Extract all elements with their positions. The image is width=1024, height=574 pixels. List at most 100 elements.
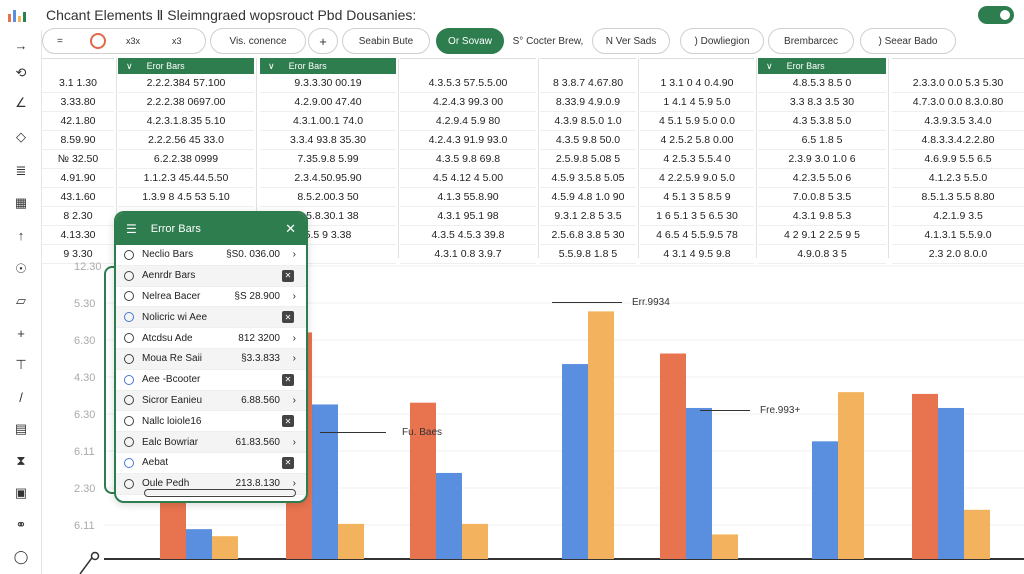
pin-icon[interactable]: ☉ <box>9 258 33 280</box>
seabin-bute-button[interactable]: Seabin Bute <box>342 28 430 54</box>
plus-icon[interactable]: + <box>9 322 33 344</box>
seear-bado-button[interactable]: ) Seear Bado <box>860 28 956 54</box>
slash-icon[interactable]: / <box>9 386 33 408</box>
table-cell[interactable]: 2.3.4.50.95.90 <box>260 169 396 188</box>
bar[interactable] <box>588 311 614 559</box>
radio-button[interactable] <box>124 291 134 302</box>
table-cell[interactable]: 4.8.5.3 8.5 0 <box>758 74 886 93</box>
bar[interactable] <box>562 364 588 559</box>
table-cell[interactable]: 4.5 4.12 4 5.00 <box>400 169 536 188</box>
table-cell[interactable]: 3.33.80 <box>42 93 114 112</box>
panel-row[interactable]: Atcdsu Ade 812 3200 › <box>116 328 306 349</box>
table-cell[interactable]: 43.1.60 <box>42 188 114 207</box>
chevron-right-icon[interactable]: › <box>293 291 296 302</box>
lasso-icon[interactable]: ⟲ <box>9 62 33 84</box>
table-cell[interactable]: 4.3.1.00.1 74.0 <box>260 112 396 131</box>
vis-conence-button[interactable]: Vis. conence <box>210 28 306 54</box>
line-tool-icon[interactable]: ∠ <box>9 92 33 114</box>
table-cell[interactable]: 7.35.9.8 5.99 <box>260 150 396 169</box>
panel-row[interactable]: Aenrdr Bars ✕ <box>116 265 306 287</box>
chevron-down-icon[interactable]: ∨ <box>766 61 773 72</box>
table-cell[interactable]: 2.2.2.56 45 33.0 <box>118 131 254 150</box>
tag-icon[interactable]: ▱ <box>9 290 33 312</box>
table-cell[interactable]: 4.2.9.00 47.40 <box>260 93 396 112</box>
panel-row[interactable]: Sicror Eanieu 6.88.560 › <box>116 390 306 412</box>
menu-icon[interactable]: ☰ <box>126 222 137 236</box>
table-cell[interactable]: 3.3 8.3 3.5 30 <box>758 93 886 112</box>
axis-handle-knob[interactable] <box>90 551 100 561</box>
table-cell[interactable]: 3.3.4 93.8 35.30 <box>260 131 396 150</box>
table-cell[interactable]: 8 2.30 <box>42 207 114 226</box>
table-cell[interactable]: 4.6.9.9 5.5 6.5 <box>892 150 1024 169</box>
table-cell[interactable]: 4.3.5 4.5.3 39.8 <box>400 226 536 245</box>
panel-row[interactable]: Nolicric wi Aee ✕ <box>116 307 306 329</box>
table-cell[interactable]: 8.5.2.00.3 50 <box>260 188 396 207</box>
chevron-right-icon[interactable]: › <box>293 249 296 260</box>
table-cell[interactable]: 4.3.5.3 57.5.5.00 <box>400 74 536 93</box>
bar[interactable] <box>660 353 686 559</box>
table-cell[interactable]: 1.3.9 8 4.5 53 5.10 <box>118 188 254 207</box>
table-cell[interactable]: 4.91.90 <box>42 169 114 188</box>
radio-button[interactable] <box>124 333 134 344</box>
table-cell[interactable]: 4.3.9 8.5.0 1.0 <box>540 112 636 131</box>
remove-icon[interactable]: ✕ <box>282 456 294 469</box>
panel-row[interactable]: Nelrea Bacer §S 28.900 › <box>116 287 306 308</box>
panel-row[interactable]: Aebat ✕ <box>116 453 306 474</box>
chevron-right-icon[interactable]: › <box>293 353 296 364</box>
table-cell[interactable]: 4 2.2.5.9 9.0 5.0 <box>640 169 754 188</box>
bar[interactable] <box>812 441 838 559</box>
add-button[interactable]: + <box>308 28 338 54</box>
table-cell[interactable]: 6.5 1.8 5 <box>758 131 886 150</box>
table-cell[interactable]: 8 3.8.7 4.67.80 <box>540 74 636 93</box>
chevron-right-icon[interactable]: › <box>293 395 296 406</box>
table-cell[interactable]: 4.5.9 4.8 1.0 90 <box>540 188 636 207</box>
arrow-right-icon[interactable]: → <box>9 34 33 56</box>
remove-icon[interactable]: ✕ <box>282 415 294 428</box>
radio-button[interactable] <box>124 249 134 260</box>
table-cell[interactable]: 1 4.1 4 5.9 5.0 <box>640 93 754 112</box>
radio-button[interactable] <box>124 416 134 427</box>
bar[interactable] <box>186 529 212 559</box>
arrow-up-icon[interactable]: ↑ <box>9 224 33 246</box>
zoom-icon[interactable]: ⚭ <box>9 514 33 536</box>
table-cell[interactable]: 4 2.5.2 5.8 0.00 <box>640 131 754 150</box>
chevron-down-icon[interactable]: ∨ <box>126 61 133 72</box>
brembarcec-button[interactable]: Brembarcec <box>768 28 854 54</box>
remove-icon[interactable]: ✕ <box>282 311 294 324</box>
brush-icon[interactable]: ⧗ <box>9 450 33 472</box>
radio-button[interactable] <box>124 457 134 468</box>
radio-button[interactable] <box>124 478 134 489</box>
radio-button[interactable] <box>124 437 134 448</box>
ver-sads-button[interactable]: N Ver Sads <box>592 28 670 54</box>
column-header[interactable]: ∨ Eror Bars <box>260 58 396 74</box>
frame-icon[interactable]: ▣ <box>9 482 33 504</box>
table-cell[interactable]: 4.3.5 9.8 69.8 <box>400 150 536 169</box>
table-cell[interactable]: 4.2.4.3 99.3 00 <box>400 93 536 112</box>
table-cell[interactable]: 8.33.9 4.9.0.9 <box>540 93 636 112</box>
column-header[interactable]: ∨ Eror Bars <box>118 58 254 74</box>
table-cell[interactable]: 2.3.3.0 0.0 5.3 5.30 <box>892 74 1024 93</box>
table-cell[interactable]: 42.1.80 <box>42 112 114 131</box>
table-cell[interactable]: 4.1.3.1 5.5.9.0 <box>892 226 1024 245</box>
table-cell[interactable]: 4.3.1 9.8 5.3 <box>758 207 886 226</box>
dowliegion-button[interactable]: ) Dowliegion <box>680 28 764 54</box>
bar[interactable] <box>912 393 938 559</box>
table-cell[interactable]: 8.5.1.3 5.5 8.80 <box>892 188 1024 207</box>
table-cell[interactable]: 1.1.2.3 45.44.5.50 <box>118 169 254 188</box>
table-cell[interactable]: 2.2.2.384 57.100 <box>118 74 254 93</box>
chevron-right-icon[interactable]: › <box>293 478 296 489</box>
table-cell[interactable]: 1 3.1 0 4 0.4.90 <box>640 74 754 93</box>
table-icon[interactable]: ▤ <box>9 418 33 440</box>
bar[interactable] <box>338 523 364 559</box>
cocter-brew-button[interactable]: S° Cocter Brew, <box>508 28 588 54</box>
radio-button[interactable] <box>124 353 134 364</box>
chevron-down-icon[interactable]: ∨ <box>268 61 275 72</box>
table-cell[interactable]: 4 2.5.3 5.5.4 0 <box>640 150 754 169</box>
table-cell[interactable]: 4.2.3.1.8.35 5.10 <box>118 112 254 131</box>
bar[interactable] <box>436 472 462 559</box>
table-cell[interactable]: 2.3.9 3.0 1.0 6 <box>758 150 886 169</box>
table-cell[interactable]: 4.7.3.0 0.0 8.3.0.80 <box>892 93 1024 112</box>
table-cell[interactable]: 4.2.1.9 3.5 <box>892 207 1024 226</box>
table-cell[interactable]: 8.59.90 <box>42 131 114 150</box>
table-cell[interactable]: 4.3 5.3.8 5.0 <box>758 112 886 131</box>
